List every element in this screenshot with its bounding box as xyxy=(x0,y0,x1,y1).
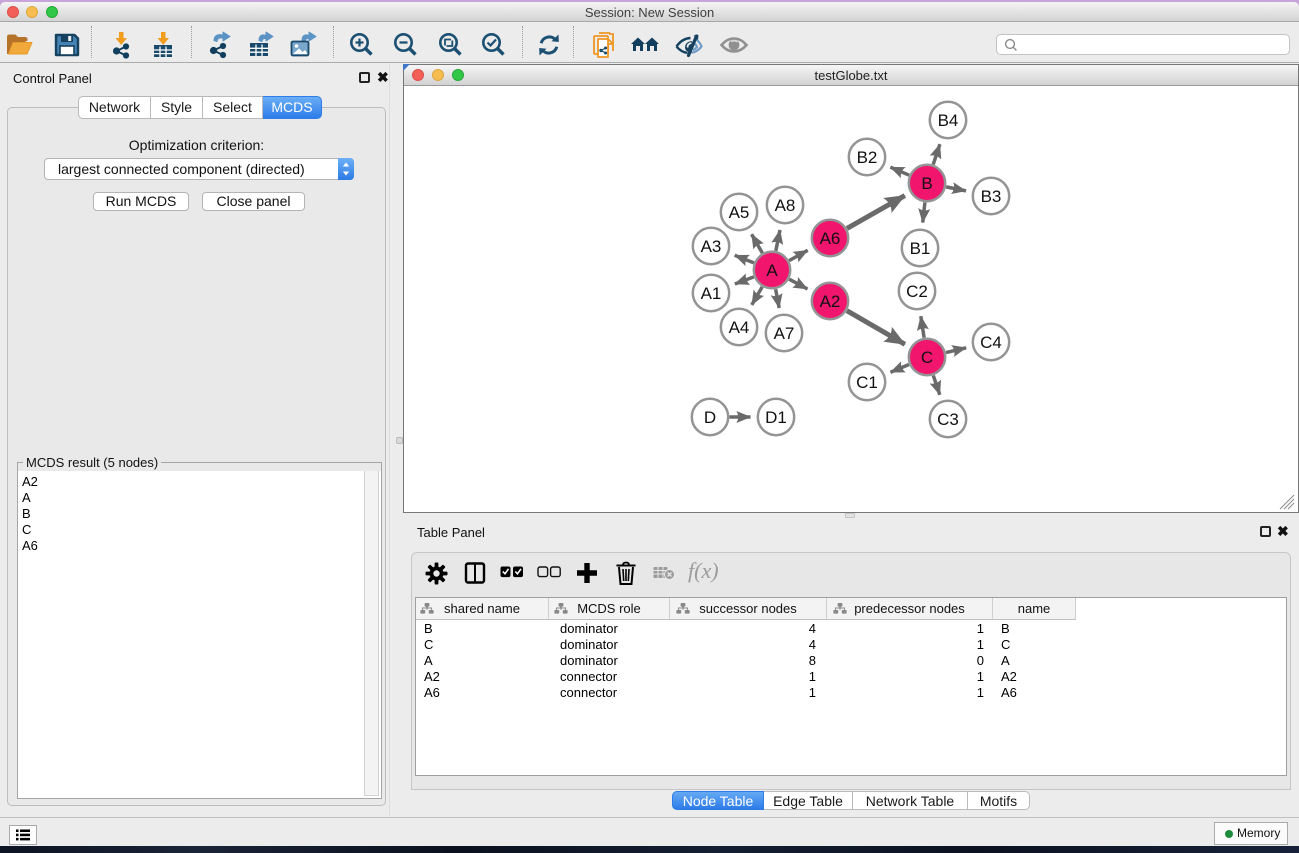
svg-text:C1: C1 xyxy=(856,373,878,392)
svg-text:B1: B1 xyxy=(910,239,931,258)
svg-text:A5: A5 xyxy=(729,203,750,222)
svg-text:A8: A8 xyxy=(775,196,796,215)
svg-text:B: B xyxy=(921,174,932,193)
svg-text:C2: C2 xyxy=(906,282,928,301)
svg-text:A1: A1 xyxy=(701,284,722,303)
svg-text:A2: A2 xyxy=(820,292,841,311)
svg-text:A: A xyxy=(766,261,778,280)
svg-text:C4: C4 xyxy=(980,333,1002,352)
svg-text:C3: C3 xyxy=(937,410,959,429)
svg-text:C: C xyxy=(921,348,933,367)
svg-text:A7: A7 xyxy=(774,324,795,343)
svg-text:D1: D1 xyxy=(765,408,787,427)
svg-text:A4: A4 xyxy=(729,318,750,337)
svg-text:B4: B4 xyxy=(938,111,959,130)
svg-text:B2: B2 xyxy=(857,148,878,167)
svg-text:D: D xyxy=(704,408,716,427)
svg-text:B3: B3 xyxy=(981,187,1002,206)
svg-text:A3: A3 xyxy=(701,237,722,256)
svg-text:A6: A6 xyxy=(820,229,841,248)
